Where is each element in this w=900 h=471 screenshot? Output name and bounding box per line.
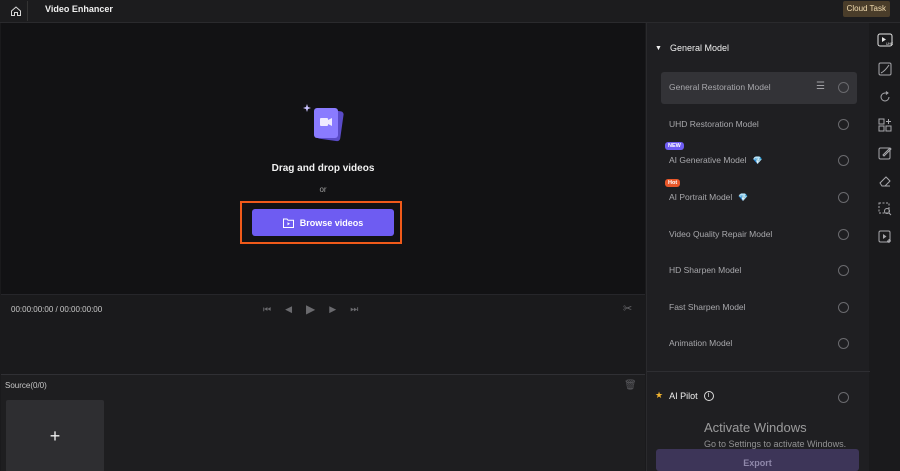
radio-button[interactable] [838,155,849,166]
ai-pilot-label: AI Pilot [669,390,698,401]
plus-icon: + [49,425,61,446]
next-frame-icon[interactable]: ▶ [329,304,336,315]
activate-windows-subtitle: Go to Settings to activate Windows. [704,439,847,449]
previous-frame-icon[interactable]: ◀ [285,304,292,315]
or-text: or [319,185,327,194]
model-item-animation[interactable]: Animation Model [661,328,857,360]
model-label: AI Generative Model [669,155,747,165]
model-item-uhd-restoration[interactable]: UHD Restoration Model [661,109,857,141]
model-label-row: AI Generative Model 💎 [669,155,762,165]
ai-pilot-radio[interactable] [838,392,849,403]
diamond-icon: 💎 [752,155,763,165]
video-file-icon [303,104,344,142]
model-item-general-restoration[interactable]: General Restoration Model ☰ [661,72,857,104]
radio-button[interactable] [838,265,849,276]
browse-videos-button[interactable]: Browse videos [252,209,394,236]
radio-button[interactable] [838,338,849,349]
settings-sliders-icon[interactable]: ☰ [816,81,825,92]
model-label: UHD Restoration Model [669,119,759,129]
play-plus-icon[interactable] [877,229,893,245]
divider [647,371,870,372]
ai-pilot-row[interactable]: ★ AI Pilot i [655,390,714,401]
timecode: 00:00:00:00 / 00:00:00:00 [11,305,103,314]
star-icon: ★ [655,390,664,400]
diamond-icon: 💎 [738,192,749,202]
model-label: Animation Model [669,338,733,348]
section-title: General Model [669,43,729,53]
video-enhancer-window: Video Enhancer Cloud Task Drag and drop … [0,0,900,471]
model-item-ai-generative[interactable]: NEW AI Generative Model 💎 [661,142,857,177]
play-icon[interactable]: ▶ [306,302,315,316]
right-toolbar: UHD [870,23,900,471]
model-panel: ▼ General Model General Restoration Mode… [646,23,870,471]
model-label: HD Sharpen Model [669,265,742,275]
add-video-button[interactable]: + [6,400,104,471]
cloud-task-button[interactable]: Cloud Task [842,1,890,17]
radio-button[interactable] [838,229,849,240]
svg-text:UHD: UHD [886,42,893,46]
info-icon[interactable]: i [703,390,714,401]
radio-button[interactable] [838,302,849,313]
model-item-video-quality-repair[interactable]: Video Quality Repair Model [661,219,857,251]
video-uhd-icon[interactable]: UHD [877,32,893,48]
model-label: Video Quality Repair Model [669,229,773,239]
playback-bar: 00:00:00:00 / 00:00:00:00 ⏮ ◀ ▶ ▶ ⏭ ✂ [1,294,645,374]
home-button[interactable] [4,1,28,21]
source-count-label: Source(0/0) [5,381,47,390]
activate-windows-title: Activate Windows [704,420,807,435]
folder-play-icon [282,218,294,228]
model-item-fast-sharpen[interactable]: Fast Sharpen Model [661,292,857,324]
browse-videos-label: Browse videos [299,217,364,228]
edit-frame-icon[interactable] [877,145,893,161]
home-icon [10,6,21,16]
trash-icon[interactable]: 🗑 [624,380,637,391]
skip-forward-icon[interactable]: ⏭ [350,304,358,315]
model-item-hd-sharpen[interactable]: HD Sharpen Model [661,255,857,287]
source-panel: Source(0/0) 🗑 + [1,374,645,471]
model-label-row: AI Portrait Model 💎 [669,192,748,202]
eraser-icon[interactable] [877,173,893,189]
radio-button[interactable] [838,192,849,203]
model-label: Fast Sharpen Model [669,302,746,312]
new-badge: NEW [665,142,684,150]
playback-controls: ⏮ ◀ ▶ ▶ ⏭ [263,302,358,316]
video-drop-area[interactable]: Drag and drop videos or Browse videos [1,23,645,294]
curve-icon[interactable] [877,61,893,77]
select-area-icon[interactable] [877,201,893,217]
drag-drop-text: Drag and drop videos [271,163,375,174]
radio-button[interactable] [838,119,849,130]
scissors-icon[interactable]: ✂ [623,302,632,315]
export-button[interactable]: Export [656,449,859,471]
grid-plus-icon[interactable] [877,117,893,133]
top-bar: Video Enhancer Cloud Task [0,0,900,23]
rotate-refresh-icon[interactable] [877,89,893,105]
caret-down-icon: ▼ [655,44,662,52]
model-label: AI Portrait Model [669,192,733,202]
skip-back-icon[interactable]: ⏮ [263,304,271,315]
radio-button[interactable] [838,82,849,93]
hot-badge: Hot [665,179,681,187]
app-title: Video Enhancer [45,4,113,14]
general-model-header[interactable]: ▼ General Model [655,43,729,53]
model-item-ai-portrait[interactable]: Hot AI Portrait Model 💎 [661,179,857,214]
model-label: General Restoration Model [669,82,771,92]
